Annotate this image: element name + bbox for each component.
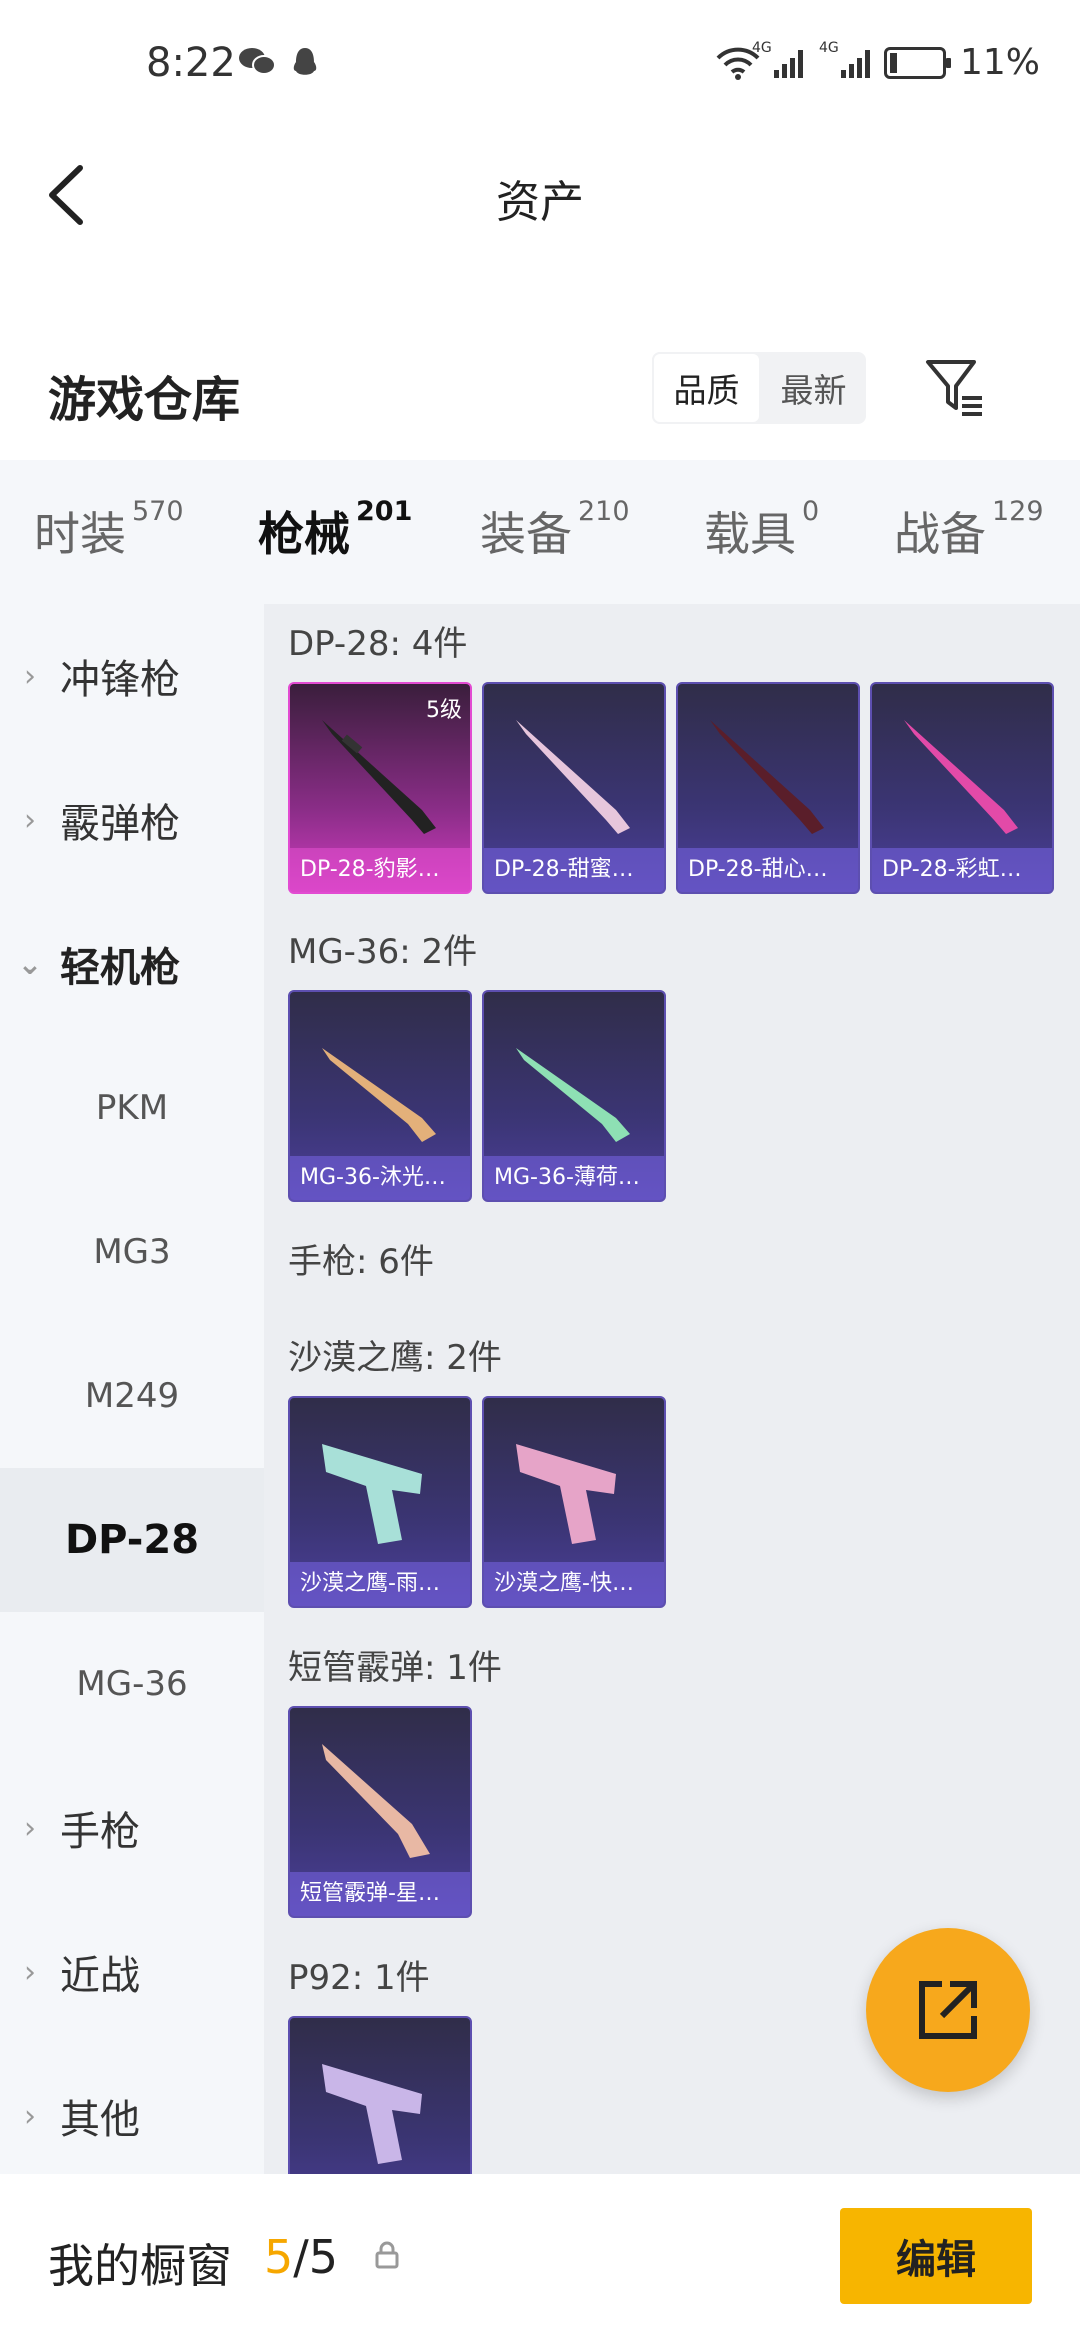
group-title: 短管霰弹: 1件 — [288, 1648, 502, 1688]
item-card[interactable] — [288, 2016, 472, 2174]
item-card[interactable]: DP-28-彩虹… — [870, 682, 1054, 894]
sort-newest-option[interactable]: 最新 — [761, 352, 866, 424]
qq-icon — [293, 48, 317, 75]
chevron-right-icon: › — [24, 658, 36, 694]
showcase-count-total: /5 — [293, 2230, 339, 2284]
share-button[interactable] — [866, 1928, 1030, 2092]
sort-quality-option[interactable]: 品质 — [652, 352, 761, 424]
network-type-1: 4G — [751, 39, 772, 56]
item-card[interactable]: 沙漠之鹰-快… — [482, 1396, 666, 1608]
item-name: 沙漠之鹰-雨… — [290, 1562, 470, 1606]
battery-icon — [883, 46, 951, 79]
item-card[interactable]: 短管霰弹-星… — [288, 1706, 472, 1918]
tab-vehicles[interactable]: 载具 0 — [704, 496, 820, 564]
showcase-count: 5/5 — [264, 2230, 338, 2284]
sidebar-item-lmg[interactable]: ⌄ 轻机枪 — [0, 892, 264, 1036]
sort-toggle[interactable]: 品质 最新 — [652, 352, 866, 424]
chevron-right-icon: › — [24, 802, 36, 838]
tab-count: 0 — [802, 496, 820, 527]
rifle-icon — [516, 1048, 630, 1142]
item-name: DP-28-彩虹… — [872, 848, 1052, 892]
sidebar-subitem-mg3[interactable]: MG3 — [0, 1180, 264, 1324]
chevron-right-icon: › — [24, 1954, 36, 1990]
pistol-icon — [516, 1444, 616, 1544]
group-title: P92: 1件 — [288, 1958, 430, 1998]
page-header: 资产 — [0, 130, 1080, 260]
sidebar-subitem-dp28[interactable]: DP-28 — [0, 1468, 264, 1612]
item-name: DP-28-豹影… — [290, 848, 470, 892]
sidebar-subitem-m249[interactable]: M249 — [0, 1324, 264, 1468]
signal-icon-1: 4G — [752, 40, 803, 78]
status-bar: 8:22 4G 4G 11% — [0, 0, 1080, 130]
sidebar-subitem-mg36[interactable]: MG-36 — [0, 1612, 264, 1756]
warehouse-bar: 游戏仓库 品质 最新 — [0, 330, 1080, 450]
item-card[interactable]: 沙漠之鹰-雨… — [288, 1396, 472, 1608]
pistol-icon — [322, 2064, 422, 2164]
lock-icon — [375, 2241, 399, 2269]
rifle-icon — [904, 720, 1018, 834]
item-card[interactable]: DP-28-甜蜜… — [482, 682, 666, 894]
item-name: MG-36-薄荷… — [484, 1156, 664, 1200]
warehouse-title: 游戏仓库 — [48, 372, 241, 428]
tab-count: 129 — [992, 496, 1044, 527]
tab-fashion[interactable]: 时装 570 — [34, 496, 184, 564]
tab-equipment[interactable]: 装备 210 — [480, 496, 630, 564]
group-title: 手枪: 6件 — [288, 1242, 434, 1282]
showcase-count-current: 5 — [264, 2230, 294, 2284]
battery-level: 11% — [959, 42, 1040, 83]
group-title: DP-28: 4件 — [288, 624, 468, 664]
group-title: MG-36: 2件 — [288, 932, 478, 972]
status-time: 8:22 — [146, 40, 236, 86]
rifle-icon — [710, 720, 824, 834]
share-external-icon — [919, 1981, 977, 2039]
item-name: 沙漠之鹰-快… — [484, 1562, 664, 1606]
sidebar-item-other[interactable]: › 其他 — [0, 2044, 264, 2188]
item-name: DP-28-甜蜜… — [484, 848, 664, 892]
rifle-icon — [516, 720, 630, 834]
network-type-2: 4G — [818, 39, 839, 56]
pistol-icon — [322, 1444, 422, 1544]
sidebar-item-smg[interactable]: › 冲锋枪 — [0, 604, 264, 748]
sidebar-item-melee[interactable]: › 近战 — [0, 1900, 264, 2044]
tab-firearms[interactable]: 枪械 201 — [258, 496, 413, 612]
chevron-down-icon: ⌄ — [17, 946, 43, 982]
rifle-icon — [322, 720, 436, 834]
chevron-right-icon: › — [24, 2098, 36, 2134]
edit-button[interactable]: 编辑 — [840, 2208, 1032, 2304]
rifle-icon — [322, 1048, 436, 1142]
showcase-bar: 我的橱窗 5/5 编辑 — [0, 2174, 1080, 2340]
tab-count: 210 — [578, 496, 630, 527]
wechat-icon — [239, 48, 276, 75]
item-card[interactable]: DP-28-甜心… — [676, 682, 860, 894]
item-name: 短管霰弹-星… — [290, 1872, 470, 1916]
page-title: 资产 — [496, 177, 584, 228]
sidebar-item-shotgun[interactable]: › 霰弹枪 — [0, 748, 264, 892]
item-card[interactable]: 5级 DP-28-豹影… — [288, 682, 472, 894]
sidebar-item-pistol[interactable]: › 手枪 — [0, 1756, 264, 1900]
item-name: DP-28-甜心… — [678, 848, 858, 892]
filter-icon[interactable] — [922, 354, 988, 420]
item-card[interactable]: MG-36-沐光… — [288, 990, 472, 1202]
signal-icon-2: 4G — [819, 40, 870, 78]
sidebar-subitem-pkm[interactable]: PKM — [0, 1036, 264, 1180]
tab-count: 570 — [132, 496, 184, 527]
group-title: 沙漠之鹰: 2件 — [288, 1338, 502, 1378]
showcase-label: 我的橱窗 — [48, 2239, 232, 2293]
shotgun-icon — [322, 1744, 430, 1858]
tab-supplies[interactable]: 战备 129 — [894, 496, 1044, 564]
weapon-type-sidebar: › 冲锋枪 › 霰弹枪 ⌄ 轻机枪 PKM MG3 M249 DP-28 MG-36 … — [0, 604, 264, 2174]
chevron-right-icon: › — [24, 1810, 36, 1846]
item-name: MG-36-沐光… — [290, 1156, 470, 1200]
category-tabs: 时装 570 枪械 201 装备 210 载具 0 战备 129 — [0, 460, 1080, 612]
tab-count: 201 — [356, 496, 413, 527]
item-card[interactable]: MG-36-薄荷… — [482, 990, 666, 1202]
